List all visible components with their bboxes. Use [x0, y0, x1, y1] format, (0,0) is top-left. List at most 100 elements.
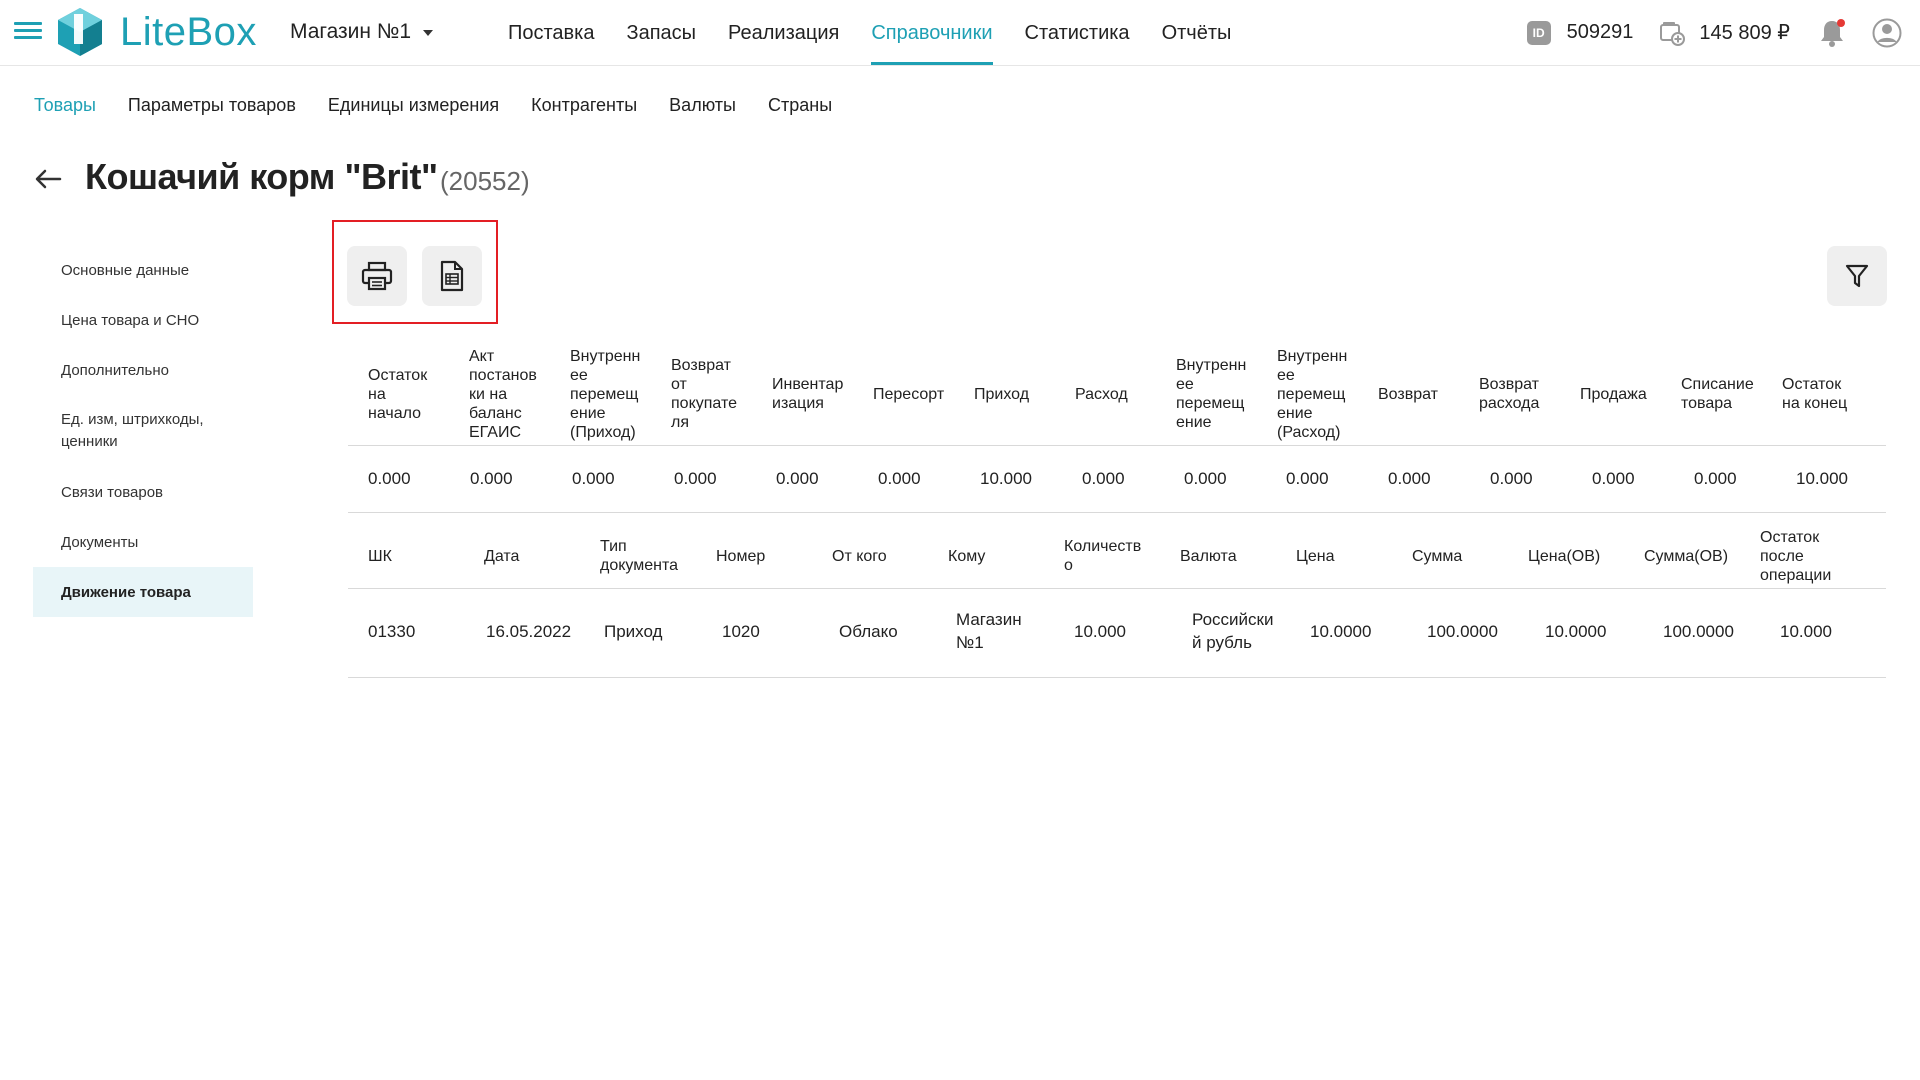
- account-info: ID 509291 145 809 ₽: [1526, 0, 1920, 65]
- subnav-tab-0[interactable]: Товары: [18, 95, 112, 116]
- header-text-line: ки на: [469, 385, 508, 403]
- header-text-line: ение: [1176, 414, 1212, 431]
- summary-header-14: Остаток на конец: [1782, 375, 1847, 413]
- movement-header-0: ШК: [368, 547, 392, 566]
- nav-tab-1[interactable]: Запасы: [611, 0, 713, 65]
- notifications-button[interactable]: [1818, 18, 1846, 48]
- subnav-tab-5[interactable]: Страны: [752, 95, 848, 116]
- summary-value-10: 0.000: [1388, 469, 1431, 488]
- header-text-line: Кому: [948, 547, 986, 565]
- header-text-line: на конец: [1782, 395, 1848, 412]
- litebox-logo-icon: [58, 8, 102, 56]
- cell-text-line: №1: [956, 633, 984, 652]
- subnav-tab-3[interactable]: Контрагенты: [515, 95, 653, 116]
- header-text-line: Сумма: [1412, 547, 1463, 565]
- id-icon: ID: [1526, 20, 1551, 45]
- back-arrow-icon[interactable]: [34, 168, 62, 190]
- menu-icon[interactable]: [14, 22, 42, 42]
- export-document-button[interactable]: [422, 246, 482, 306]
- header-text-line: Возврат: [1479, 376, 1539, 393]
- filter-button[interactable]: [1827, 246, 1887, 306]
- header-text-line: (Приход): [570, 423, 636, 441]
- summary-value-2: 0.000: [572, 469, 615, 488]
- movement-header-12: Остаток после операции: [1760, 528, 1831, 585]
- movement-cell-11: 100.0000: [1663, 620, 1734, 643]
- nav-tab-5[interactable]: Отчёты: [1146, 0, 1248, 65]
- wallet-icon: [1660, 21, 1686, 46]
- nav-tab-0[interactable]: Поставка: [492, 0, 611, 65]
- summary-value-13: 0.000: [1694, 469, 1737, 488]
- header-text-line: перемещ: [570, 385, 639, 403]
- summary-header-0: Остаток на начало: [368, 366, 427, 423]
- movement-header-2: Тип документа: [600, 537, 678, 575]
- movement-cell-4: Облако: [839, 620, 898, 643]
- summary-header-10: Возврат: [1378, 385, 1438, 404]
- nav-tab-3[interactable]: Справочники: [855, 0, 1008, 65]
- document-icon: [440, 260, 464, 292]
- movement-header-row: ШК Дата Тип документа Номер От кого Кому Количе…: [348, 524, 1886, 588]
- header-text-line: баланс: [469, 404, 522, 422]
- summary-header-4: Инвентар изация: [772, 375, 843, 413]
- cell-text-line: 01330: [368, 622, 416, 641]
- nav-tab-4[interactable]: Статистика: [1009, 0, 1146, 65]
- cell-text-line: 10.0000: [1310, 622, 1372, 641]
- summary-header-9: Внутренн ее перемещ ение (Расход): [1277, 347, 1347, 442]
- movement-table: ШК Дата Тип документа Номер От кого Кому Количе…: [348, 524, 1886, 677]
- subnav-tab-2[interactable]: Единицы измерения: [312, 95, 515, 116]
- movement-cell-6: 10.000: [1074, 620, 1126, 643]
- app-logo-text: LiteBox: [120, 10, 257, 54]
- summary-header-13: Списание товара: [1681, 375, 1754, 413]
- notification-dot: [1837, 18, 1845, 27]
- side-menu-item-6[interactable]: Движение товара: [33, 567, 253, 617]
- account-balance: 145 809 ₽: [1699, 22, 1790, 44]
- nav-tab-2[interactable]: Реализация: [712, 0, 855, 65]
- side-menu-item-3[interactable]: Ед. изм, штрихкоды, ценники: [33, 395, 269, 467]
- summary-value-1: 0.000: [470, 469, 513, 488]
- summary-value-3: 0.000: [674, 469, 717, 488]
- summary-value-12: 0.000: [1592, 469, 1635, 488]
- movement-cell-9: 100.0000: [1427, 620, 1498, 643]
- movement-header-8: Цена: [1296, 547, 1334, 566]
- movement-cell-1: 16.05.2022: [486, 620, 571, 643]
- side-menu-item-4[interactable]: Связи товаров: [33, 467, 253, 517]
- header-text-line: Валюта: [1180, 547, 1237, 565]
- movement-header-4: От кого: [832, 547, 887, 566]
- header-text-line: ля: [671, 414, 689, 431]
- user-avatar-icon[interactable]: [1872, 18, 1902, 48]
- header-text-line: ение: [570, 404, 606, 422]
- cell-text-line: Магазин: [956, 610, 1022, 629]
- side-menu-item-0[interactable]: Основные данные: [33, 245, 253, 295]
- header-text-line: перемещ: [1277, 385, 1346, 403]
- header-text-line: ее: [1176, 376, 1194, 393]
- summary-value-6: 10.000: [980, 469, 1032, 488]
- header-text-line: на: [368, 385, 386, 403]
- movement-table-divider: [348, 677, 1886, 678]
- subnav-tab-1[interactable]: Параметры товаров: [112, 95, 312, 116]
- movement-header-11: Сумма(ОВ): [1644, 547, 1728, 566]
- store-selector[interactable]: Магазин №1: [290, 20, 434, 44]
- summary-header-7: Расход: [1075, 385, 1128, 404]
- printer-icon: [361, 261, 393, 291]
- side-menu-item-2[interactable]: Дополнительно: [33, 345, 253, 395]
- subnav-tab-4[interactable]: Валюты: [653, 95, 752, 116]
- table-row[interactable]: 01330 16.05.2022 Приход 1020 Облако Магазин №1…: [348, 588, 1886, 677]
- side-menu-item-1[interactable]: Цена товара и СНО: [33, 295, 253, 345]
- movement-cell-0: 01330: [368, 620, 415, 643]
- header-text-line: От кого: [832, 547, 887, 565]
- header-text-line: Приход: [974, 385, 1030, 403]
- side-menu-item-5[interactable]: Документы: [33, 517, 253, 567]
- cell-text-line: 100.0000: [1663, 622, 1734, 641]
- account-id: 509291: [1566, 21, 1634, 43]
- movement-header-7: Валюта: [1180, 547, 1237, 566]
- summary-value-9: 0.000: [1286, 469, 1329, 488]
- cell-text-line: 10.000: [1074, 622, 1126, 641]
- summary-value-11: 0.000: [1490, 469, 1533, 488]
- cell-text-line: 16.05.2022: [486, 622, 572, 641]
- header-text-line: Остаток: [1760, 528, 1820, 546]
- movement-cell-8: 10.0000: [1310, 620, 1371, 643]
- print-button[interactable]: [347, 246, 407, 306]
- header-text-line: расхода: [1479, 395, 1540, 412]
- header-text-line: Цена(ОВ): [1528, 547, 1601, 565]
- header-text-line: Инвентар: [772, 376, 844, 393]
- side-menu: Основные данные Цена товара и СНО Дополнит…: [33, 245, 253, 617]
